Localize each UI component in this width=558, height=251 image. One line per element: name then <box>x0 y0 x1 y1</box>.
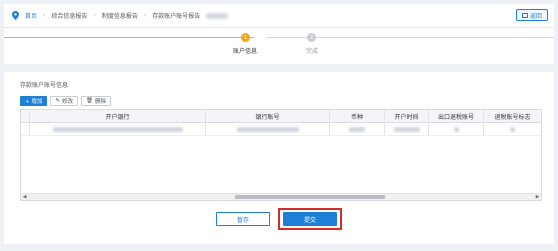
blurred-text <box>349 126 365 132</box>
breadcrumb-separator: › <box>143 12 147 19</box>
edit-button[interactable]: ✎ 修改 <box>50 96 78 106</box>
blurred-text <box>393 126 420 132</box>
breadcrumb-separator: › <box>43 12 46 19</box>
account-table: 开户银行 银行账号 币种 开户时间 出口退税账号 退税账号标志 ◀ ▶ <box>20 109 542 201</box>
step-2-dot: 2 <box>307 33 316 42</box>
delete-label: 删除 <box>94 99 106 105</box>
step-1-label: 账户信息 <box>233 48 258 55</box>
edit-label: 修改 <box>61 99 73 105</box>
top-bar: 首页 › 综合信息报告 › 制度信息报告 › 存款账户账号报告 返回 <box>4 4 554 28</box>
highlight-box: 提交 <box>278 208 342 230</box>
blurred-text <box>510 126 515 132</box>
back-label: 返回 <box>529 12 542 20</box>
column-header-export-refund: 出口退税账号 <box>429 110 484 122</box>
back-icon <box>521 12 528 18</box>
breadcrumb-home[interactable]: 首页 <box>25 11 37 20</box>
horizontal-scrollbar[interactable]: ◀ ▶ <box>21 193 541 200</box>
column-header-currency: 币种 <box>330 110 385 122</box>
cell-currency <box>330 123 385 135</box>
breadcrumb-item-current: 存款账户账号报告 <box>152 13 201 20</box>
blurred-text <box>206 12 229 19</box>
cell-open-date <box>385 123 429 135</box>
step-1-dot: 1 <box>241 33 250 42</box>
table-row[interactable] <box>21 123 541 136</box>
location-pin-icon <box>12 11 19 20</box>
table-header: 开户银行 银行账号 币种 开户时间 出口退税账号 退税账号标志 <box>21 110 541 123</box>
cell-account <box>206 123 330 135</box>
submit-button[interactable]: 提交 <box>283 212 337 226</box>
main-panel: 存款账户账号信息 + 增加 ✎ 修改 🗑 删除 开户银行 银行账号 币种 开户时… <box>4 72 554 244</box>
select-column-header <box>21 110 30 122</box>
cell-bank <box>30 123 206 135</box>
delete-button[interactable]: 🗑 删除 <box>80 96 111 106</box>
scrollbar-thumb[interactable] <box>235 195 385 199</box>
save-draft-button[interactable]: 暂存 <box>216 212 270 226</box>
column-header-bank: 开户银行 <box>30 110 206 122</box>
form-actions: 暂存 提交 <box>4 208 554 230</box>
blurred-text <box>236 126 299 132</box>
blurred-text <box>52 126 183 132</box>
blurred-text <box>453 126 459 132</box>
breadcrumb: 首页 › 综合信息报告 › 制度信息报告 › 存款账户账号报告 <box>12 11 229 20</box>
step-line-done <box>4 37 254 38</box>
column-header-open-date: 开户时间 <box>385 110 429 122</box>
section-title: 存款账户账号信息 <box>20 82 69 89</box>
table-toolbar: + 增加 ✎ 修改 🗑 删除 <box>20 96 111 106</box>
breadcrumb-item-system[interactable]: 制度信息报告 <box>102 11 138 20</box>
breadcrumb-item-comprehensive[interactable]: 综合信息报告 <box>51 11 87 20</box>
progress-steps: 1 2 账户信息 完成 <box>4 28 554 64</box>
scroll-right-icon[interactable]: ▶ <box>534 194 541 200</box>
column-header-account: 银行账号 <box>206 110 330 122</box>
scroll-left-icon[interactable]: ◀ <box>21 194 28 200</box>
row-selector[interactable] <box>21 123 30 135</box>
breadcrumb-separator: › <box>93 12 96 19</box>
add-button[interactable]: + 增加 <box>20 96 48 106</box>
edit-icon: ✎ <box>55 98 60 104</box>
cell-export-refund <box>429 123 484 135</box>
step-2-label: 完成 <box>306 48 319 55</box>
cell-refund-flag <box>484 123 541 135</box>
back-button[interactable]: 返回 <box>516 9 548 21</box>
column-header-refund-flag: 退税账号标志 <box>494 113 531 121</box>
trash-icon: 🗑 <box>85 98 93 104</box>
